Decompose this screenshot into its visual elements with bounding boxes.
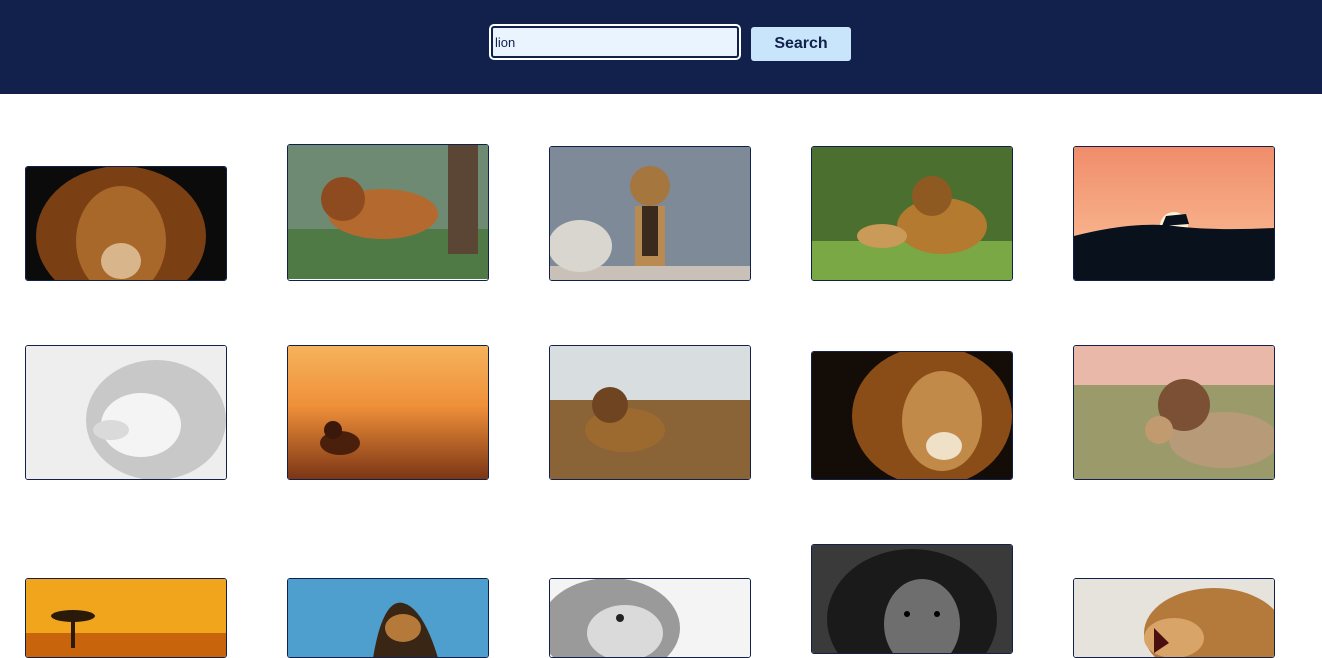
image-white-lion-profile[interactable] [25, 345, 227, 480]
image-lion-lying-dry-grass[interactable] [549, 345, 751, 480]
thumbnail-image [550, 147, 750, 280]
thumbnail-image [550, 346, 750, 479]
top-search-bar: Search [0, 0, 1322, 94]
image-lion-lying-golden-savanna[interactable] [287, 345, 489, 480]
thumbnail-image [812, 147, 1012, 280]
thumbnail-image [288, 346, 488, 479]
thumbnail-image [288, 145, 488, 279]
thumbnail-image [1074, 346, 1274, 479]
image-acacia-tree-orange-sunset[interactable] [25, 578, 227, 658]
search-button[interactable]: Search [751, 27, 851, 61]
image-lion-walking-forest[interactable] [287, 144, 489, 281]
thumbnail-image [550, 579, 750, 657]
thumbnail-image [1074, 579, 1274, 657]
thumbnail-image [812, 352, 1012, 479]
image-lion-blue-sky[interactable] [287, 578, 489, 658]
search-input[interactable] [489, 24, 741, 60]
image-lion-with-cub-pink-sky[interactable] [1073, 345, 1275, 480]
thumbnail-image [26, 579, 226, 657]
thumbnail-image [1074, 147, 1274, 280]
image-lion-standing-rock-enclosure[interactable] [549, 146, 751, 281]
image-lion-dark-monochrome[interactable] [811, 544, 1013, 654]
image-lion-black-and-white-closeup[interactable] [549, 578, 751, 658]
image-lion-closeup-dark-mane[interactable] [25, 166, 227, 281]
image-lion-roaring[interactable] [1073, 578, 1275, 658]
image-lion-face-golden-mane[interactable] [811, 351, 1013, 480]
thumbnail-image [26, 346, 226, 479]
thumbnail-image [26, 167, 226, 280]
image-lion-and-cub-on-grass[interactable] [811, 146, 1013, 281]
thumbnail-image [288, 579, 488, 657]
thumbnail-image [812, 545, 1012, 653]
image-lion-silhouette-sunset[interactable] [1073, 146, 1275, 281]
